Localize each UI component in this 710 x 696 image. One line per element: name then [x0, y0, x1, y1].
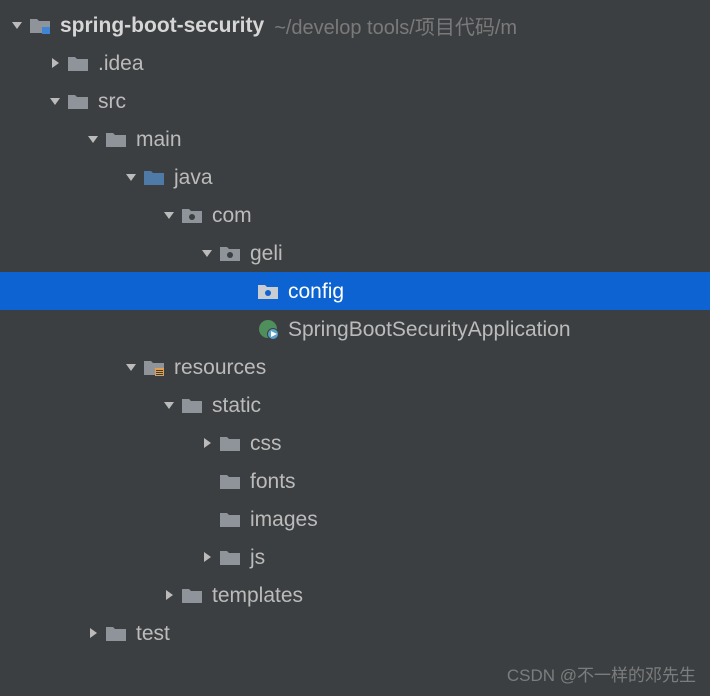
chevron-down-icon[interactable]	[158, 399, 180, 411]
chevron-down-icon[interactable]	[120, 171, 142, 183]
module-folder-icon	[28, 13, 52, 37]
folder-icon	[104, 621, 128, 645]
package-folder-icon	[256, 279, 280, 303]
tree-item-templates[interactable]: templates	[0, 576, 710, 614]
tree-label: images	[250, 509, 318, 530]
project-path: ~/develop tools/项目代码/m	[274, 11, 517, 40]
tree-item-idea[interactable]: .idea	[0, 44, 710, 82]
folder-icon	[218, 545, 242, 569]
tree-item-resources[interactable]: resources	[0, 348, 710, 386]
chevron-right-icon[interactable]	[82, 627, 104, 639]
folder-icon	[218, 469, 242, 493]
chevron-down-icon[interactable]	[120, 361, 142, 373]
tree-label: geli	[250, 243, 283, 264]
chevron-right-icon[interactable]	[158, 589, 180, 601]
chevron-down-icon[interactable]	[6, 19, 28, 31]
package-folder-icon	[218, 241, 242, 265]
tree-label: main	[136, 129, 182, 150]
tree-label: js	[250, 547, 265, 568]
tree-item-main[interactable]: main	[0, 120, 710, 158]
tree-item-src[interactable]: src	[0, 82, 710, 120]
folder-icon	[180, 583, 204, 607]
tree-item-app-class[interactable]: SpringBootSecurityApplication	[0, 310, 710, 348]
tree-label: static	[212, 395, 261, 416]
tree-label: resources	[174, 357, 266, 378]
tree-item-test[interactable]: test	[0, 614, 710, 652]
project-tree[interactable]: spring-boot-security ~/develop tools/项目代…	[0, 0, 710, 652]
tree-item-java[interactable]: java	[0, 158, 710, 196]
tree-label: css	[250, 433, 282, 454]
tree-label: com	[212, 205, 252, 226]
folder-icon	[66, 51, 90, 75]
tree-label: test	[136, 623, 170, 644]
folder-icon	[180, 393, 204, 417]
chevron-down-icon[interactable]	[44, 95, 66, 107]
tree-item-geli[interactable]: geli	[0, 234, 710, 272]
chevron-right-icon[interactable]	[196, 437, 218, 449]
tree-item-static[interactable]: static	[0, 386, 710, 424]
chevron-down-icon[interactable]	[82, 133, 104, 145]
folder-icon	[218, 507, 242, 531]
chevron-down-icon[interactable]	[196, 247, 218, 259]
tree-label: config	[288, 281, 344, 302]
tree-label: src	[98, 91, 126, 112]
chevron-down-icon[interactable]	[158, 209, 180, 221]
source-folder-icon	[142, 165, 166, 189]
tree-label: templates	[212, 585, 303, 606]
tree-item-com[interactable]: com	[0, 196, 710, 234]
tree-item-fonts[interactable]: fonts	[0, 462, 710, 500]
chevron-right-icon[interactable]	[196, 551, 218, 563]
tree-item-config[interactable]: config	[0, 272, 710, 310]
tree-item-js[interactable]: js	[0, 538, 710, 576]
watermark: CSDN @不一样的邓先生	[507, 661, 696, 686]
tree-item-css[interactable]: css	[0, 424, 710, 462]
tree-label: spring-boot-security	[60, 15, 264, 36]
tree-label: java	[174, 167, 213, 188]
folder-icon	[66, 89, 90, 113]
folder-icon	[218, 431, 242, 455]
tree-label: fonts	[250, 471, 296, 492]
spring-boot-app-icon	[256, 317, 280, 341]
tree-item-images[interactable]: images	[0, 500, 710, 538]
package-folder-icon	[180, 203, 204, 227]
resources-folder-icon	[142, 355, 166, 379]
tree-label: .idea	[98, 53, 144, 74]
chevron-right-icon[interactable]	[44, 57, 66, 69]
tree-label: SpringBootSecurityApplication	[288, 319, 571, 340]
tree-item-root[interactable]: spring-boot-security ~/develop tools/项目代…	[0, 6, 710, 44]
folder-icon	[104, 127, 128, 151]
